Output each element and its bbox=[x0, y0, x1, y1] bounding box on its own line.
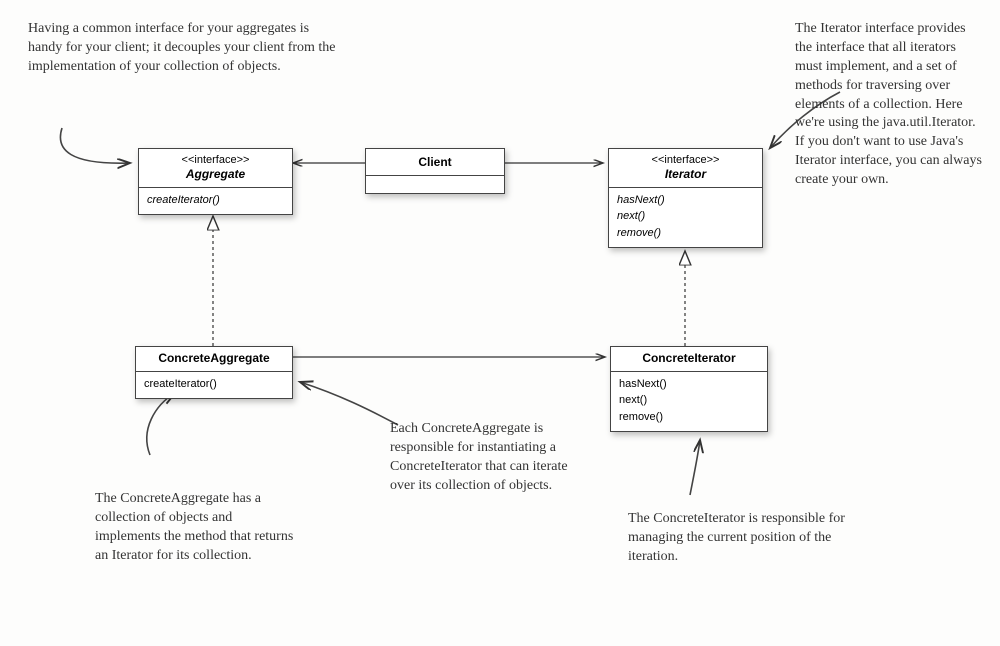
aggregate-interface-box: <<interface>> Aggregate createIterator() bbox=[138, 148, 293, 215]
iterator-interface-box: <<interface>> Iterator hasNext() next() … bbox=[608, 148, 763, 248]
iterator-stereotype: <<interface>> bbox=[617, 153, 754, 167]
concrete-aggregate-method: createIterator() bbox=[144, 376, 284, 393]
iterator-method: remove() bbox=[617, 225, 754, 242]
annotation-bottom-right: The ConcreteIterator is responsible for … bbox=[628, 510, 848, 567]
aggregate-stereotype: <<interface>> bbox=[147, 153, 284, 167]
aggregate-method: createIterator() bbox=[147, 192, 284, 209]
client-name: Client bbox=[374, 155, 496, 171]
annotation-top-right: The Iterator interface provides the inte… bbox=[795, 20, 985, 190]
aggregate-name: Aggregate bbox=[147, 167, 284, 183]
concrete-iterator-box: ConcreteIterator hasNext() next() remove… bbox=[610, 346, 768, 432]
annotation-top-left: Having a common interface for your aggre… bbox=[28, 20, 338, 77]
annotation-bottom-middle: Each ConcreteAggregate is responsible fo… bbox=[390, 420, 580, 496]
iterator-name: Iterator bbox=[617, 167, 754, 183]
concrete-iterator-method: hasNext() bbox=[619, 376, 759, 393]
client-box: Client bbox=[365, 148, 505, 194]
annotation-bottom-left: The ConcreteAggregate has a collection o… bbox=[95, 490, 295, 566]
concrete-iterator-method: remove() bbox=[619, 409, 759, 426]
concrete-iterator-method: next() bbox=[619, 392, 759, 409]
concrete-iterator-name: ConcreteIterator bbox=[619, 351, 759, 367]
concrete-aggregate-box: ConcreteAggregate createIterator() bbox=[135, 346, 293, 399]
iterator-method: hasNext() bbox=[617, 192, 754, 209]
concrete-aggregate-name: ConcreteAggregate bbox=[144, 351, 284, 367]
iterator-method: next() bbox=[617, 208, 754, 225]
